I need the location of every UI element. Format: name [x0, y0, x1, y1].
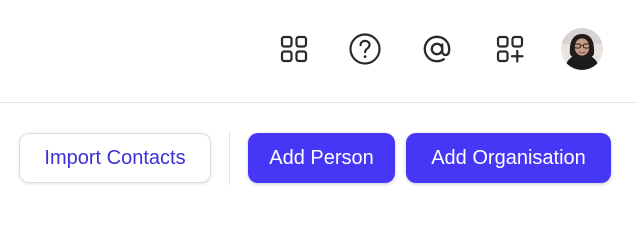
apps-grid-icon[interactable] — [276, 31, 312, 67]
add-organisation-button[interactable]: Add Organisation — [406, 133, 611, 183]
add-app-icon[interactable] — [492, 31, 528, 67]
help-icon[interactable] — [347, 31, 383, 67]
import-contacts-button[interactable]: Import Contacts — [19, 133, 211, 183]
user-avatar[interactable] — [561, 28, 603, 70]
mentions-icon[interactable] — [419, 31, 455, 67]
add-person-button[interactable]: Add Person — [248, 133, 395, 183]
contact-actions: Import Contacts Add Person Add Organisat… — [0, 103, 638, 244]
action-divider — [229, 131, 230, 185]
top-bar — [0, 0, 638, 103]
